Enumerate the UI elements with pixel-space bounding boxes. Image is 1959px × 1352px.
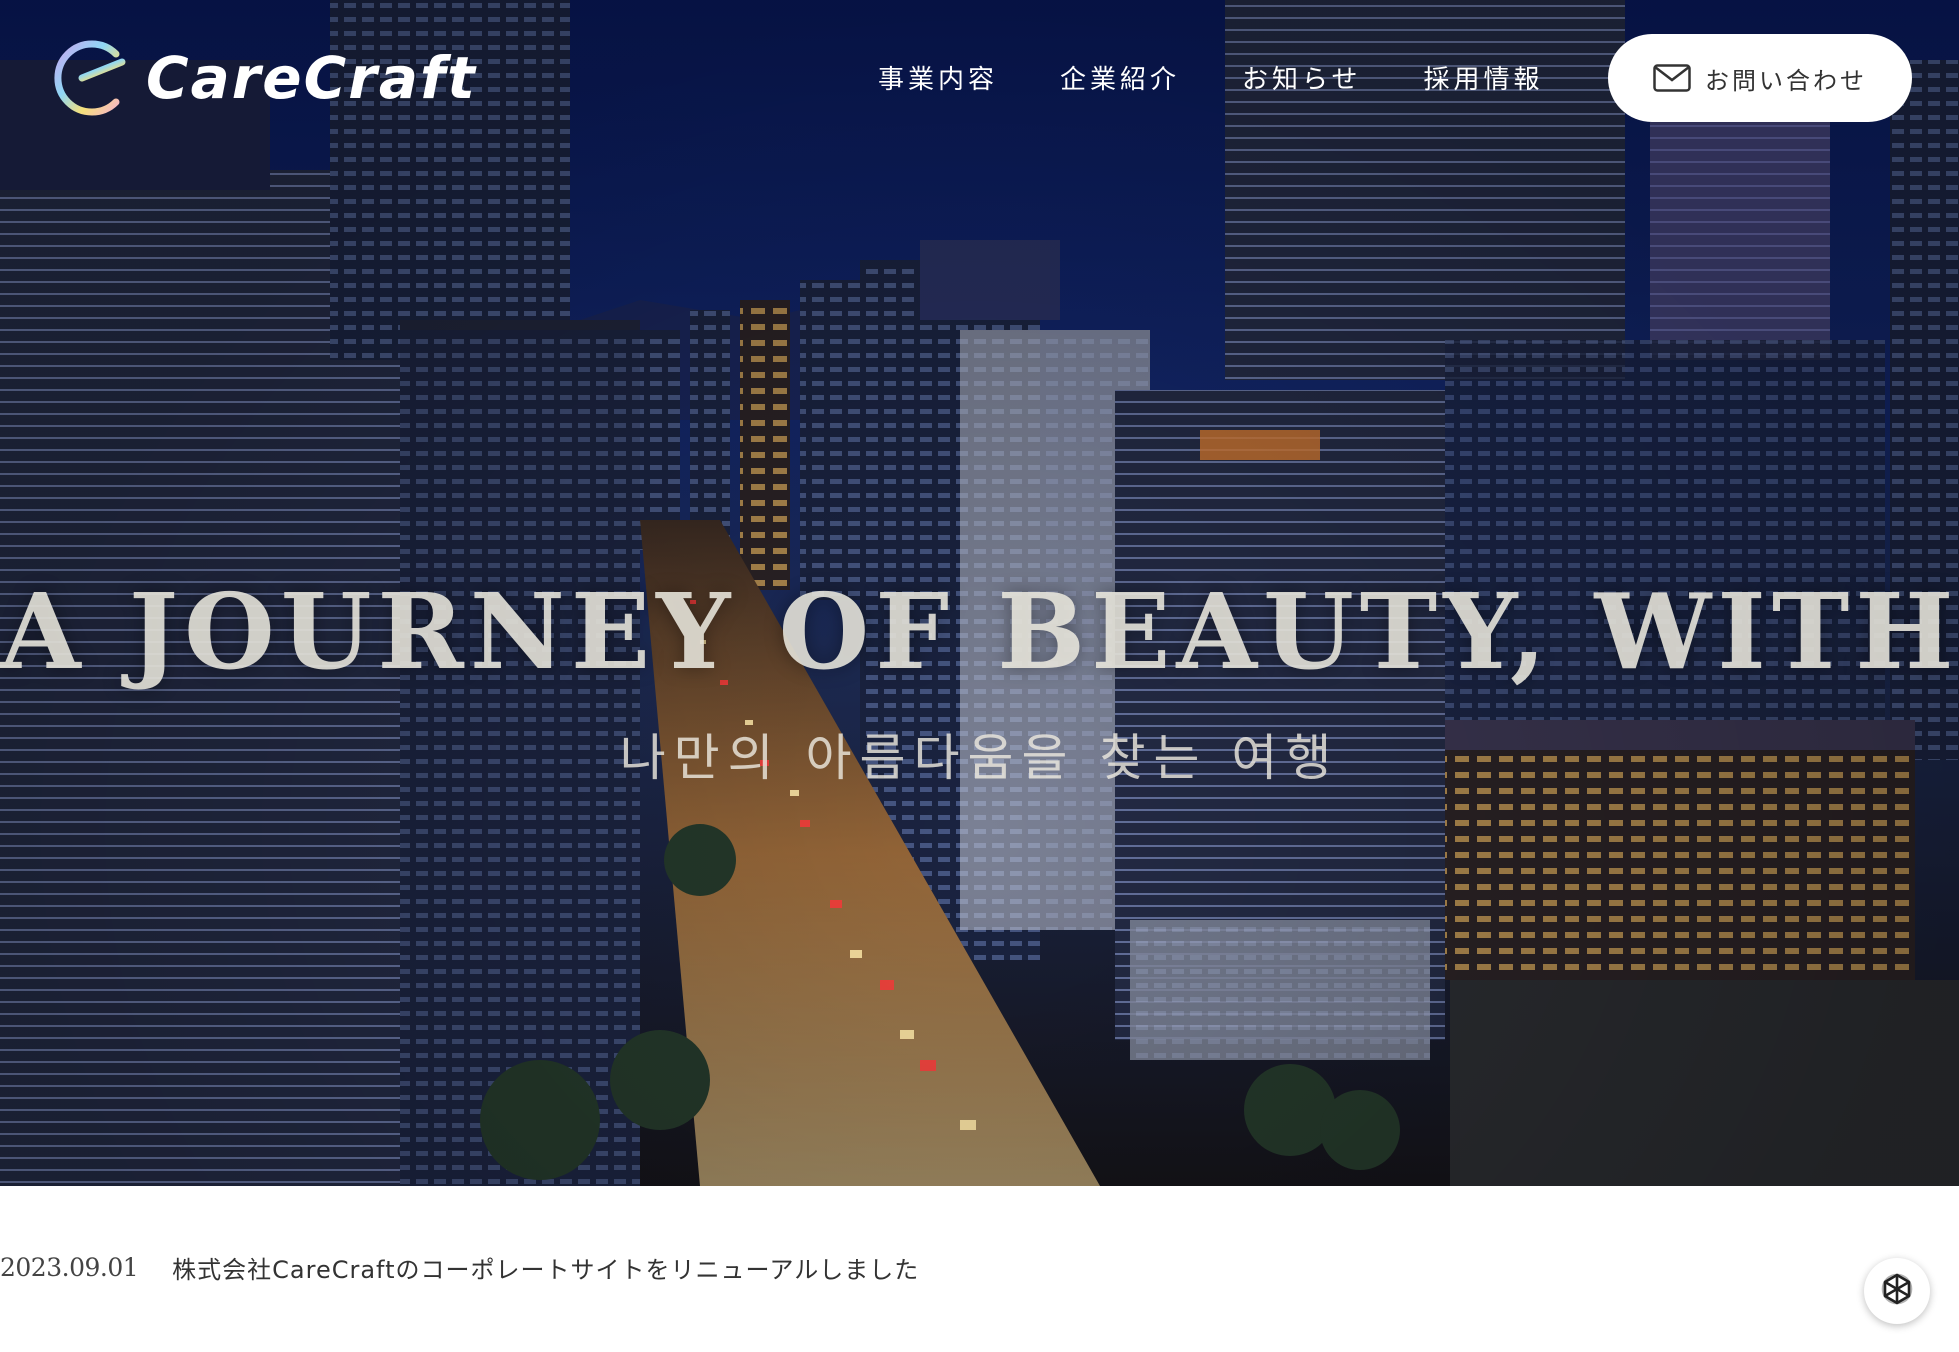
nav-item-recruit[interactable]: 採用情報 [1424, 58, 1544, 102]
nav-item-company[interactable]: 企業紹介 [1060, 58, 1180, 102]
hero-title: A JOURNEY OF BEAUTY, WITH US. [0, 570, 1959, 693]
hero-section: CareCraft 事業内容 企業紹介 お知らせ 採用情報 お問い合わせ A J… [0, 0, 1959, 1186]
page: CareCraft 事業内容 企業紹介 お知らせ 採用情報 お問い合わせ A J… [0, 0, 1959, 1352]
news-list-item[interactable]: 2023.09.01 株式会社CareCraftのコーポレートサイトをリニューア… [0, 1250, 919, 1285]
contact-button-label: お問い合わせ [1705, 66, 1867, 95]
news-date: 2023.09.01 [0, 1253, 139, 1282]
brand-name: CareCraft [146, 44, 477, 112]
chat-assistant-icon [1881, 1273, 1913, 1305]
contact-button[interactable]: お問い合わせ [1608, 34, 1912, 122]
carecraft-logo[interactable]: CareCraft [44, 32, 477, 124]
carecraft-logo-icon [54, 40, 126, 116]
chat-assistant-button[interactable] [1864, 1258, 1930, 1324]
nav-item-business[interactable]: 事業内容 [878, 58, 998, 102]
news-title: 株式会社CareCraftのコーポレートサイトをリニューアルしました [172, 1256, 920, 1284]
hero-subtitle: 나만의 아름다움을 찾는 여행 [619, 729, 1340, 787]
main-nav: 事業内容 企業紹介 お知らせ 採用情報 [878, 58, 1606, 102]
mail-icon [1653, 64, 1691, 92]
nav-item-news[interactable]: お知らせ [1242, 58, 1361, 102]
